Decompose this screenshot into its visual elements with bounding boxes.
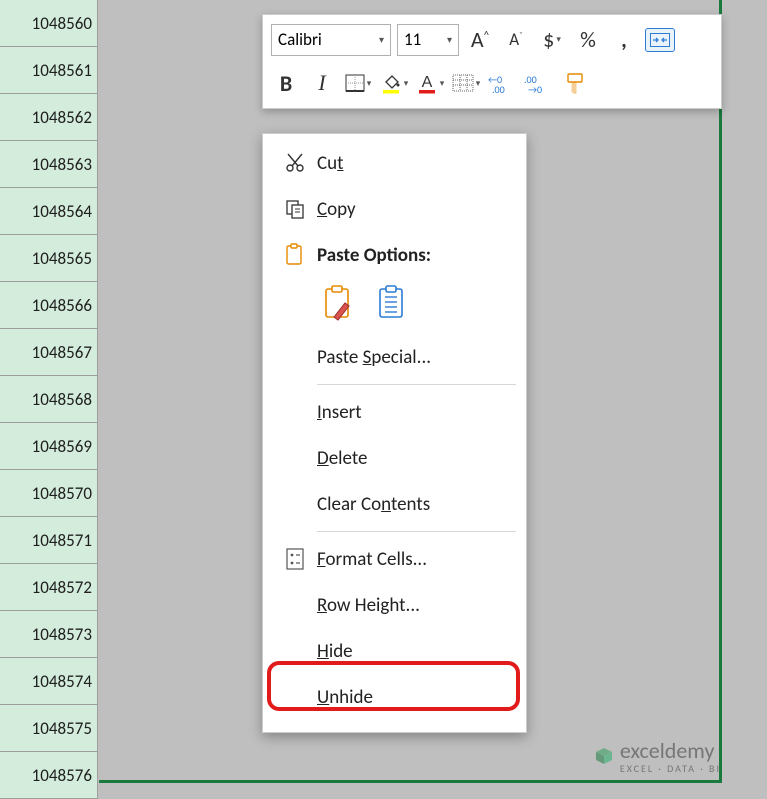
menu-delete-label: Delete (317, 447, 510, 470)
menu-separator (317, 531, 516, 532)
row-header[interactable]: 1048568 (0, 376, 97, 423)
menu-copy[interactable]: Copy (263, 186, 526, 232)
decrease-decimal-icon: .00 →0 (524, 73, 552, 93)
font-name-value: Calibri (278, 29, 322, 50)
context-menu: Cut Copy Paste Options: (262, 133, 527, 733)
dollar-icon: $ (543, 26, 554, 53)
chevron-down-icon: ▾ (447, 33, 452, 46)
toolbar-row-2: B I A (271, 65, 713, 103)
font-color-icon: A (416, 72, 438, 94)
menu-clear-contents[interactable]: Clear Contents (263, 481, 526, 527)
row-header[interactable]: 1048569 (0, 423, 97, 470)
row-header[interactable]: 1048573 (0, 611, 97, 658)
merge-center-button[interactable] (645, 28, 675, 52)
paintbrush-icon (562, 72, 586, 94)
row-header[interactable]: 1048563 (0, 141, 97, 188)
paste-default-button[interactable] (323, 285, 357, 328)
row-header[interactable]: 1048566 (0, 282, 97, 329)
copy-icon (284, 198, 306, 220)
menu-clear-contents-label: Clear Contents (317, 493, 510, 516)
clipboard-values-icon (377, 285, 411, 323)
percent-format-button[interactable]: % (573, 24, 603, 56)
menu-hide-label: Hide (317, 640, 510, 663)
menu-paste-special-label: Paste Special... (317, 346, 510, 369)
row-header[interactable]: 1048574 (0, 658, 97, 705)
row-header[interactable]: 1048562 (0, 94, 97, 141)
shrink-font-icon: Aˇ (509, 29, 522, 50)
menu-insert[interactable]: Insert (263, 389, 526, 435)
border-icon (345, 74, 365, 92)
menu-copy-label: Copy (317, 198, 510, 221)
paste-options-row (263, 278, 526, 334)
menu-delete[interactable]: Delete (263, 435, 526, 481)
row-header[interactable]: 1048567 (0, 329, 97, 376)
menu-row-height-label: Row Height... (317, 594, 510, 617)
increase-decimal-icon: ←0 .00 (488, 73, 516, 93)
row-header[interactable]: 1048572 (0, 564, 97, 611)
menu-separator (317, 384, 516, 385)
menu-cut[interactable]: Cut (263, 140, 526, 186)
percent-icon: % (580, 26, 596, 53)
row-header[interactable]: 1048575 (0, 705, 97, 752)
italic-button[interactable]: I (307, 67, 337, 99)
row-header[interactable]: 1048561 (0, 47, 97, 94)
row-header[interactable]: 1048564 (0, 188, 97, 235)
increase-decimal-button[interactable]: ←0 .00 (487, 67, 517, 99)
comma-icon: , (621, 26, 627, 53)
menu-cut-label: Cut (317, 152, 510, 175)
menu-unhide-label: Unhide (317, 686, 510, 709)
merge-icon (650, 33, 670, 47)
paste-values-button[interactable] (377, 285, 411, 328)
fill-color-button[interactable] (379, 67, 409, 99)
row-header[interactable]: 1048571 (0, 517, 97, 564)
menu-insert-label: Insert (317, 401, 510, 424)
row-header-column: 1048560104856110485621048563104856410485… (0, 0, 98, 799)
row-header[interactable]: 1048565 (0, 235, 97, 282)
menu-paste-special[interactable]: Paste Special... (263, 334, 526, 380)
format-cells-icon (286, 548, 304, 570)
menu-paste-options-label: Paste Options: (317, 244, 510, 267)
table-format-button[interactable] (451, 67, 481, 99)
bucket-icon (380, 72, 402, 94)
menu-format-cells-label: Format Cells... (317, 548, 510, 571)
font-size-select[interactable]: 11 ▾ (397, 24, 459, 56)
chevron-down-icon: ▾ (379, 33, 384, 46)
comma-format-button[interactable]: , (609, 24, 639, 56)
svg-text:→0: →0 (528, 83, 542, 93)
font-color-button[interactable]: A (415, 67, 445, 99)
svg-text:A: A (421, 74, 432, 91)
menu-hide[interactable]: Hide (263, 628, 526, 674)
decrease-decimal-button[interactable]: .00 →0 (523, 67, 553, 99)
format-painter-button[interactable] (559, 67, 589, 99)
mini-toolbar: Calibri ▾ 11 ▾ A^ Aˇ $ % , B I (262, 14, 722, 109)
menu-row-height[interactable]: Row Height... (263, 582, 526, 628)
shrink-font-button[interactable]: Aˇ (501, 24, 531, 56)
row-header[interactable]: 1048576 (0, 752, 97, 799)
font-name-select[interactable]: Calibri ▾ (271, 24, 391, 56)
bold-button[interactable]: B (271, 67, 301, 99)
clipboard-paste-icon (323, 285, 357, 323)
row-header[interactable]: 1048570 (0, 470, 97, 517)
toolbar-row-1: Calibri ▾ 11 ▾ A^ Aˇ $ % , (271, 21, 713, 59)
borders-button[interactable] (343, 67, 373, 99)
svg-text:.00: .00 (492, 83, 505, 93)
scissors-icon (284, 152, 306, 174)
font-size-value: 11 (404, 29, 421, 50)
grow-font-icon: A^ (471, 26, 489, 53)
menu-unhide[interactable]: Unhide (263, 674, 526, 720)
table-icon (452, 74, 474, 92)
grow-font-button[interactable]: A^ (465, 24, 495, 56)
accounting-format-button[interactable]: $ (537, 24, 567, 56)
row-header[interactable]: 1048560 (0, 0, 97, 47)
paste-icon (284, 243, 306, 267)
menu-format-cells[interactable]: Format Cells... (263, 536, 526, 582)
menu-paste-options-header: Paste Options: (263, 232, 526, 278)
